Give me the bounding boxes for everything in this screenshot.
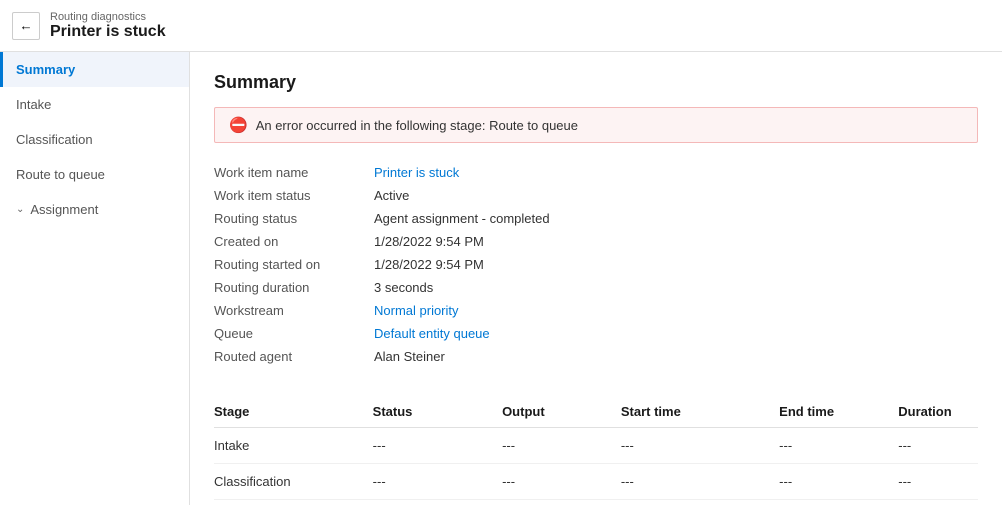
error-circle-icon: ⛔ — [229, 116, 248, 134]
field-label-queue: Queue — [214, 326, 374, 341]
cell-duration-classification: --- — [898, 464, 978, 500]
cell-status-classification: --- — [373, 464, 502, 500]
field-value-routingstartedon: 1/28/2022 9:54 PM — [374, 257, 484, 272]
cell-starttime-intake: --- — [621, 428, 779, 464]
page-header-title: Printer is stuck — [50, 23, 166, 41]
cell-stage-intake: Intake — [214, 428, 373, 464]
error-banner-text: An error occurred in the following stage… — [256, 118, 578, 133]
cell-stage-classification: Classification — [214, 464, 373, 500]
sidebar-item-summary[interactable]: Summary — [0, 52, 189, 87]
cell-output-intake: --- — [502, 428, 621, 464]
sidebar-item-assignment[interactable]: ⌄ Assignment — [0, 192, 189, 227]
info-row-queue: Queue Default entity queue — [214, 322, 978, 345]
info-row-workstream: Workstream Normal priority — [214, 299, 978, 322]
sidebar-label-intake: Intake — [16, 97, 51, 112]
back-icon: ← — [19, 18, 32, 33]
cell-endtime-intake: --- — [779, 428, 898, 464]
col-header-status: Status — [373, 396, 502, 428]
info-row-routingstartedon: Routing started on 1/28/2022 9:54 PM — [214, 253, 978, 276]
field-label-workstream: Workstream — [214, 303, 374, 318]
field-label-routingstartedon: Routing started on — [214, 257, 374, 272]
field-label-createdon: Created on — [214, 234, 374, 249]
table-row: Classification --- --- --- --- --- — [214, 464, 978, 500]
info-row-workitemname: Work item name Printer is stuck — [214, 161, 978, 184]
cell-duration-route-to-queue: 0 seconds — [898, 500, 978, 505]
info-row-routingstatus: Routing status Agent assignment - comple… — [214, 207, 978, 230]
field-label-routedagent: Routed agent — [214, 349, 374, 364]
col-header-endtime: End time — [779, 396, 898, 428]
cell-starttime-route-to-queue: 1/28/2022 9:54 PM — [621, 500, 779, 505]
sidebar-label-summary: Summary — [16, 62, 75, 77]
sidebar-item-classification[interactable]: Classification — [0, 122, 189, 157]
info-row-routedagent: Routed agent Alan Steiner — [214, 345, 978, 368]
back-button[interactable]: ← — [12, 12, 40, 40]
table-row: Route to queue ❌ Error --- 1/28/2022 9:5… — [214, 500, 978, 505]
error-banner: ⛔ An error occurred in the following sta… — [214, 107, 978, 143]
field-value-queue[interactable]: Default entity queue — [374, 326, 490, 341]
info-row-createdon: Created on 1/28/2022 9:54 PM — [214, 230, 978, 253]
col-header-output: Output — [502, 396, 621, 428]
field-value-createdon: 1/28/2022 9:54 PM — [374, 234, 484, 249]
field-value-workitemname[interactable]: Printer is stuck — [374, 165, 459, 180]
table-header-row: Stage Status Output Start time End time … — [214, 396, 978, 428]
page-title: Summary — [214, 72, 978, 93]
field-label-routingduration: Routing duration — [214, 280, 374, 295]
field-label-workitemstatus: Work item status — [214, 188, 374, 203]
breadcrumb: Routing diagnostics — [50, 11, 166, 23]
info-row-routingduration: Routing duration 3 seconds — [214, 276, 978, 299]
layout: Summary Intake Classification Route to q… — [0, 52, 1002, 505]
sidebar-label-classification: Classification — [16, 132, 93, 147]
field-value-routedagent: Alan Steiner — [374, 349, 445, 364]
col-header-stage: Stage — [214, 396, 373, 428]
info-row-workitemstatus: Work item status Active — [214, 184, 978, 207]
cell-stage-route-to-queue: Route to queue — [214, 500, 373, 505]
field-value-routingstatus: Agent assignment - completed — [374, 211, 550, 226]
table-row: Intake --- --- --- --- --- — [214, 428, 978, 464]
main-content: Summary ⛔ An error occurred in the follo… — [190, 52, 1002, 505]
sidebar-item-intake[interactable]: Intake — [0, 87, 189, 122]
cell-starttime-classification: --- — [621, 464, 779, 500]
cell-endtime-classification: --- — [779, 464, 898, 500]
col-header-duration: Duration — [898, 396, 978, 428]
cell-status-route-to-queue: ❌ Error — [373, 500, 502, 505]
cell-output-classification: --- — [502, 464, 621, 500]
cell-endtime-route-to-queue: 1/28/2022 9:5... — [779, 500, 898, 505]
field-label-routingstatus: Routing status — [214, 211, 374, 226]
sidebar-label-route-to-queue: Route to queue — [16, 167, 105, 182]
cell-duration-intake: --- — [898, 428, 978, 464]
cell-output-route-to-queue: --- — [502, 500, 621, 505]
header-text: Routing diagnostics Printer is stuck — [50, 11, 166, 41]
header: ← Routing diagnostics Printer is stuck — [0, 0, 1002, 52]
chevron-down-icon: ⌄ — [16, 204, 24, 215]
field-label-workitemname: Work item name — [214, 165, 374, 180]
sidebar-item-route-to-queue[interactable]: Route to queue — [0, 157, 189, 192]
info-table: Work item name Printer is stuck Work ite… — [214, 161, 978, 368]
field-value-workitemstatus: Active — [374, 188, 409, 203]
field-value-routingduration: 3 seconds — [374, 280, 433, 295]
col-header-starttime: Start time — [621, 396, 779, 428]
stage-table: Stage Status Output Start time End time … — [214, 396, 978, 505]
cell-status-intake: --- — [373, 428, 502, 464]
sidebar-label-assignment: Assignment — [30, 202, 98, 217]
sidebar: Summary Intake Classification Route to q… — [0, 52, 190, 505]
field-value-workstream[interactable]: Normal priority — [374, 303, 459, 318]
